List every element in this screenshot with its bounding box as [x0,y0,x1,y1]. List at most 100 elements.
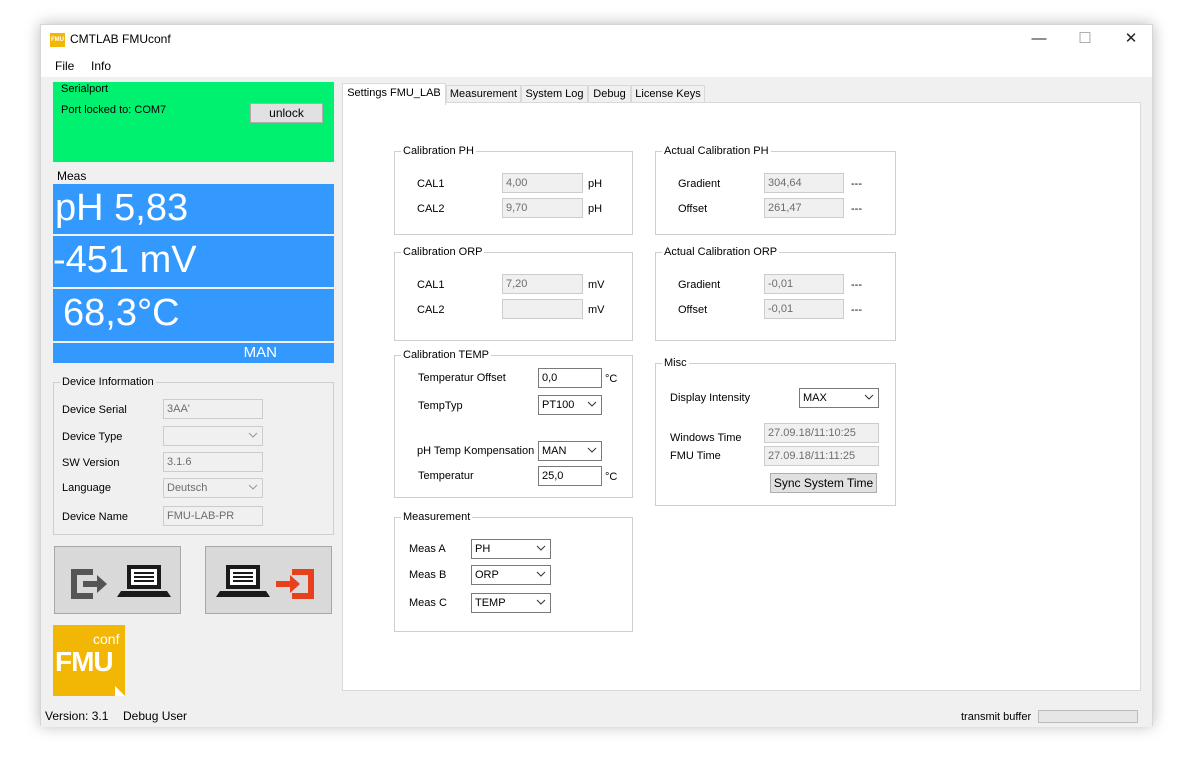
temp-offset-label: Temperatur Offset [418,372,506,384]
chevron-down-icon [536,599,546,605]
ph-temp-komp-value: MAN [542,445,567,457]
misc-group: Misc Display Intensity MAX Windows Time … [655,356,896,506]
ph-temp-komp-select[interactable]: MAN [538,441,602,461]
logo-fmu-text: FMU [55,646,114,677]
measurement-title: Measurement [401,510,473,524]
windows-time-label: Windows Time [670,432,742,444]
ph-cal2-unit: pH [588,203,603,215]
calibration-temp-group: Calibration TEMP Temperatur Offset 0,0 °… [394,348,633,498]
ph-temp-komp-label: pH Temp Kompensation [417,445,535,457]
ph-cal1-label: CAL1 [417,178,445,190]
meas-b-label: Meas B [409,569,447,581]
write-to-device-button[interactable] [205,546,332,614]
temperatur-unit: °C [605,471,618,483]
calibration-orp-title: Calibration ORP [401,245,485,259]
windows-time-field: 27.09.18/11:10:25 [764,423,879,443]
meas-mv-value: -451 mV [53,236,334,287]
temp-typ-label: TempTyp [418,400,463,412]
device-type-label: Device Type [62,431,123,443]
device-serial-field: 3AA' [163,399,263,419]
meas-b-select[interactable]: ORP [471,565,551,585]
misc-title: Misc [662,356,689,370]
temp-offset-unit: °C [605,373,618,385]
user-text: Debug User [123,709,188,723]
ph-gradient-label: Gradient [678,178,721,190]
ph-offset-field: 261,47 [764,198,844,218]
maximize-button[interactable]: ☐ [1062,25,1108,55]
version-text: Version: 3.1 [45,709,109,723]
status-bar: Version: 3.1 Debug User transmit buffer [41,705,1152,727]
temp-typ-select[interactable]: PT100 [538,395,602,415]
ph-offset-label: Offset [678,203,708,215]
read-from-device-button[interactable] [54,546,181,614]
actual-calibration-orp-title: Actual Calibration ORP [662,245,780,259]
meas-c-value: TEMP [475,597,506,609]
meas-mode: MAN [53,343,334,363]
ph-cal2-label: CAL2 [417,203,445,215]
ph-cal1-field: 4,00 [502,173,583,193]
temp-offset-input[interactable]: 0,0 [538,368,602,388]
fmu-time-field: 27.09.18/11:11:25 [764,446,879,466]
meas-a-select[interactable]: PH [471,539,551,559]
window-title: CMTLAB FMUconf [70,32,171,46]
device-name-field: FMU-LAB-PR [163,506,263,526]
orp-cal2-label: CAL2 [417,304,445,316]
orp-offset-unit: --- [851,304,862,316]
display-intensity-value: MAX [803,392,827,404]
tab-settings-fmu-lab[interactable]: Settings FMU_LAB [342,83,446,105]
sync-system-time-button[interactable]: Sync System Time [770,473,877,493]
orp-cal2-field [502,299,583,319]
orp-gradient-label: Gradient [678,279,721,291]
menu-file[interactable]: File [55,59,74,73]
meas-title: Meas [57,169,87,183]
actual-calibration-ph-title: Actual Calibration PH [662,144,771,158]
ph-gradient-unit: --- [851,178,862,190]
chevron-down-icon [536,571,546,577]
fmu-time-label: FMU Time [670,450,721,462]
meas-c-select[interactable]: TEMP [471,593,551,613]
menu-info[interactable]: Info [91,59,111,73]
orp-gradient-unit: --- [851,279,862,291]
orp-offset-field: -0,01 [764,299,844,319]
export-to-device-icon [216,565,314,599]
chevron-down-icon [248,432,258,438]
app-icon: FMU [50,33,65,47]
device-info-group: Device Information Device Serial 3AA' De… [53,375,334,535]
ph-gradient-field: 304,64 [764,173,844,193]
ph-cal2-field: 9,70 [502,198,583,218]
temp-typ-value: PT100 [542,399,575,411]
orp-gradient-field: -0,01 [764,274,844,294]
display-intensity-select[interactable]: MAX [799,388,879,408]
temperatur-input[interactable]: 25,0 [538,466,602,486]
app-window: FMU CMTLAB FMUconf — ☐ ✕ File Info Seria… [40,24,1153,727]
orp-cal1-field: 7,20 [502,274,583,294]
chevron-down-icon [587,401,597,407]
ph-cal1-unit: pH [588,178,603,190]
orp-cal1-unit: mV [588,279,605,291]
measurement-group: Measurement Meas A PH Meas B ORP Meas C … [394,510,633,632]
ph-offset-unit: --- [851,203,862,215]
serialport-title: Serialport [61,83,109,95]
sw-version-label: SW Version [62,457,120,469]
meas-temp-value: 68,3°C [53,289,334,341]
chevron-down-icon [248,484,258,490]
unlock-button[interactable]: unlock [250,103,323,123]
menu-bar: File Info [41,55,1152,77]
temperatur-label: Temperatur [418,470,474,482]
chevron-down-icon [587,447,597,453]
serialport-panel: Serialport Port locked to: COM7 unlock [53,82,334,162]
meas-b-value: ORP [475,569,499,581]
orp-offset-label: Offset [678,304,708,316]
settings-tab-panel: Calibration PH CAL1 4,00 pH CAL2 9,70 pH… [342,102,1141,691]
device-info-title: Device Information [60,375,156,389]
minimize-button[interactable]: — [1016,25,1062,55]
calibration-orp-group: Calibration ORP CAL1 7,20 mV CAL2 mV [394,245,633,341]
actual-calibration-orp-group: Actual Calibration ORP Gradient -0,01 --… [655,245,896,341]
title-bar: FMU CMTLAB FMUconf — ☐ ✕ [41,25,1152,55]
close-button[interactable]: ✕ [1108,25,1154,55]
transmit-buffer-progress [1038,710,1138,723]
calibration-ph-group: Calibration PH CAL1 4,00 pH CAL2 9,70 pH [394,144,633,235]
device-serial-label: Device Serial [62,404,127,416]
sw-version-field: 3.1.6 [163,452,263,472]
import-to-pc-icon [71,565,171,599]
